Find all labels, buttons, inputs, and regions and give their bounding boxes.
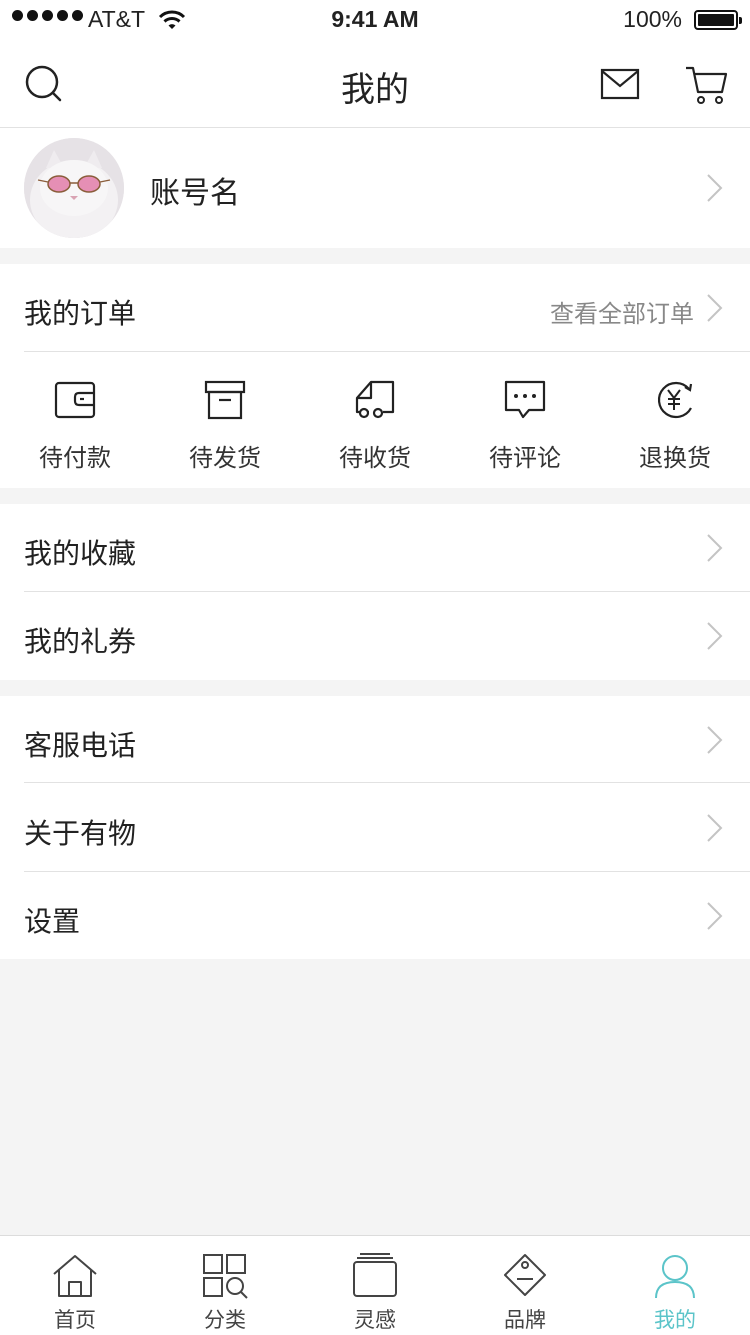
order-status-label: 待收货 [339, 444, 411, 472]
tab-profile[interactable]: 我的 [600, 1236, 750, 1335]
menu-item-coupons[interactable]: 我的礼券 [0, 592, 750, 680]
profile-icon [655, 1255, 695, 1299]
tab-label: 分类 [204, 1308, 246, 1332]
menu-item-settings[interactable]: 设置 [0, 872, 750, 960]
chevron-right-icon [707, 534, 723, 562]
cart-icon[interactable] [684, 62, 728, 106]
menu-group-support: 客服电话 关于有物 设置 [0, 696, 750, 959]
nav-bar: 我的 [0, 40, 750, 128]
avatar[interactable] [24, 138, 124, 238]
category-icon [203, 1254, 248, 1299]
chevron-right-icon [707, 902, 723, 930]
chevron-right-icon [707, 726, 723, 754]
view-all-orders-link[interactable]: 查看全部订单 [550, 294, 694, 329]
tab-label: 我的 [654, 1308, 696, 1332]
menu-item-about[interactable]: 关于有物 [0, 784, 750, 872]
tab-home[interactable]: 首页 [0, 1236, 150, 1335]
orders-title: 我的订单 [24, 297, 137, 330]
account-name: 账号名 [150, 176, 240, 211]
orders-section: 我的订单 查看全部订单 待付款 待发货 待收货 待评论 退换货 [0, 264, 750, 488]
status-bar: AT&T 9:41 AM 100% [0, 0, 750, 40]
refund-icon [657, 381, 693, 418]
tab-category[interactable]: 分类 [150, 1236, 300, 1335]
divider [24, 782, 750, 783]
order-pending-receipt[interactable]: 待收货 [300, 352, 450, 488]
wallet-icon [54, 381, 96, 419]
battery-percent: 100% [623, 6, 682, 32]
chevron-right-icon[interactable] [704, 292, 726, 324]
order-status-label: 待发货 [189, 444, 261, 472]
truck-icon [355, 380, 395, 419]
order-status-label: 待付款 [39, 444, 111, 472]
tab-brand[interactable]: 品牌 [450, 1236, 600, 1335]
tab-label: 首页 [54, 1308, 96, 1332]
chevron-right-icon [707, 622, 723, 650]
chevron-right-icon [707, 174, 723, 202]
cat-avatar-image [24, 138, 124, 238]
inspiration-icon [353, 1253, 397, 1297]
menu-item-label: 关于有物 [24, 817, 137, 850]
comment-icon [504, 380, 546, 419]
home-icon [53, 1255, 97, 1297]
menu-item-favorites[interactable]: 我的收藏 [0, 504, 750, 592]
tab-bar: 首页 分类 灵感 品牌 我的 [0, 1235, 750, 1335]
tab-inspiration[interactable]: 灵感 [300, 1236, 450, 1335]
order-pending-review[interactable]: 待评论 [450, 352, 600, 488]
order-pending-payment[interactable]: 待付款 [0, 352, 150, 488]
chevron-right-icon [707, 814, 723, 842]
menu-item-label: 设置 [24, 905, 81, 938]
menu-item-label: 我的礼券 [24, 625, 137, 658]
profile-row[interactable]: 账号名 [0, 128, 750, 248]
order-status-label: 待评论 [489, 444, 561, 472]
box-icon [204, 380, 246, 420]
tab-label: 灵感 [354, 1308, 396, 1332]
menu-item-label: 客服电话 [24, 729, 137, 762]
order-pending-shipment[interactable]: 待发货 [150, 352, 300, 488]
menu-group-collections: 我的收藏 我的礼券 [0, 504, 750, 680]
mail-icon[interactable] [598, 62, 642, 106]
order-status-label: 退换货 [639, 444, 711, 472]
brand-tag-icon [504, 1254, 546, 1296]
order-returns[interactable]: 退换货 [600, 352, 750, 488]
menu-item-label: 我的收藏 [24, 537, 137, 570]
menu-item-customer-service[interactable]: 客服电话 [0, 696, 750, 784]
battery-icon [694, 10, 742, 30]
tab-label: 品牌 [504, 1308, 546, 1332]
